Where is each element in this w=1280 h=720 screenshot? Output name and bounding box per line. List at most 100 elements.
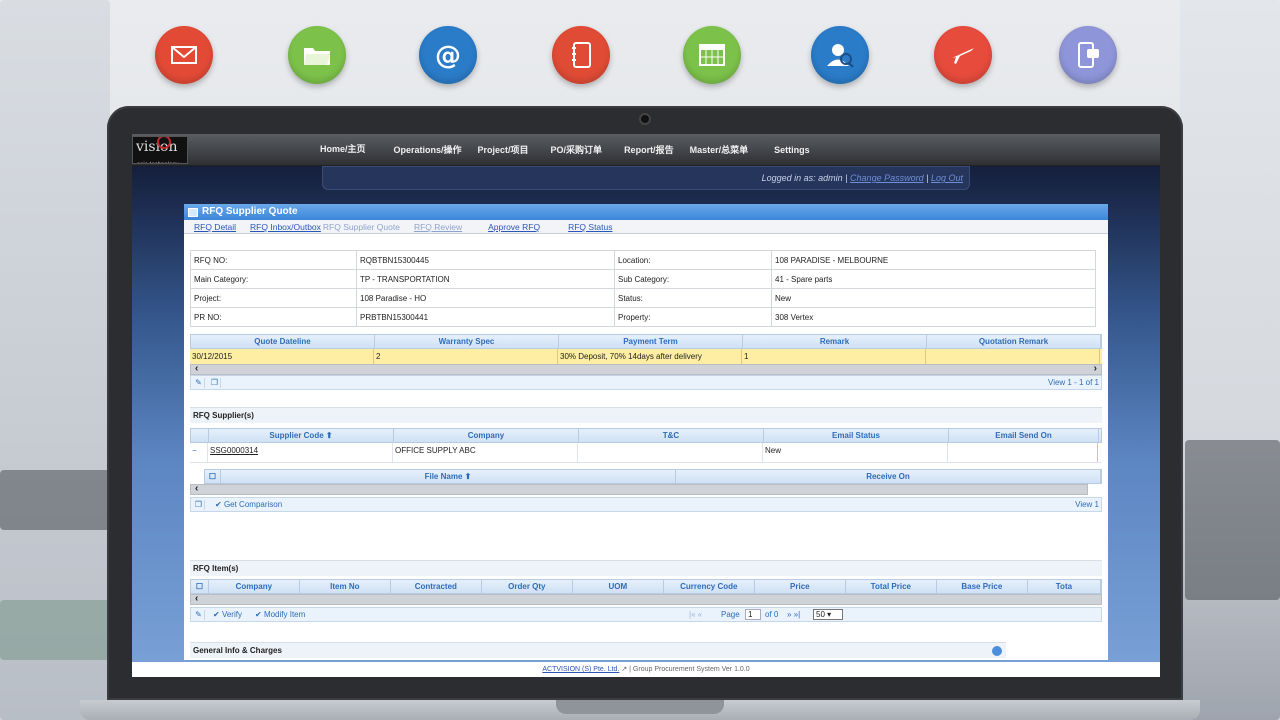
window-icon (188, 207, 198, 217)
col-total[interactable]: Tota (1028, 580, 1102, 593)
plane-icon[interactable] (934, 26, 992, 84)
view-count: View 1 - 1 of 1 (1048, 378, 1099, 387)
at-icon[interactable]: @ (419, 26, 477, 84)
nav-master[interactable]: Master/总菜单 (682, 134, 757, 166)
sub-category-label: Sub Category: (614, 269, 772, 289)
col-warranty-spec[interactable]: Warranty Spec (375, 335, 559, 348)
file-scrollbar[interactable]: ‹ (190, 483, 1088, 495)
pr-no-value: PRBTBN15300441 (356, 307, 615, 327)
grid-header: Quote Dateline Warranty Spec Payment Ter… (190, 334, 1102, 349)
table-row[interactable]: 30/12/2015 2 30% Deposit, 70% 14days aft… (190, 349, 1102, 364)
select-all-checkbox[interactable]: ☐ (205, 470, 221, 483)
general-info-section[interactable]: General Info & Charges (190, 642, 1006, 658)
modify-item-button[interactable]: ✔ Modify Item (255, 610, 305, 619)
col-quote-dateline[interactable]: Quote Dateline (191, 335, 375, 348)
quote-grid: Quote Dateline Warranty Spec Payment Ter… (190, 334, 1102, 390)
status-value: New (771, 288, 1096, 308)
select-all-checkbox[interactable]: ☐ (191, 580, 209, 593)
tab-rfq-detail[interactable]: RFQ Detail (194, 220, 236, 233)
col-tc[interactable]: T&C (579, 429, 764, 442)
view-count: View 1 (1075, 500, 1099, 509)
horizontal-scrollbar[interactable]: ‹ › (190, 363, 1102, 375)
col-email-send-on[interactable]: Email Send On (949, 429, 1099, 442)
calendar-icon[interactable] (683, 26, 741, 84)
rfq-tabs: RFQ Detail RFQ Inbox/Outbox RFQ Supplier… (184, 220, 1108, 234)
pr-no-label: PR NO: (190, 307, 357, 327)
col-email-status[interactable]: Email Status (764, 429, 949, 442)
sub-category-value: 41 - Spare parts (771, 269, 1096, 289)
copy-icon[interactable]: ❐ (209, 378, 221, 388)
logged-in-text: Logged in as: admin (761, 173, 843, 183)
nav-po[interactable]: PO/采购订单 (543, 134, 611, 166)
page-size-select[interactable]: 50 ▾ (813, 609, 843, 620)
tab-rfq-status[interactable]: RFQ Status (568, 220, 612, 233)
mail-icon[interactable] (155, 26, 213, 84)
nav-settings[interactable]: Settings (766, 134, 818, 166)
col-company[interactable]: Company (394, 429, 579, 442)
nav-home[interactable]: Home/主页 (312, 134, 374, 166)
grid-header: Supplier Code ⬆ Company T&C Email Status… (190, 428, 1102, 443)
cell-supplier-code[interactable]: SSG0000314 (208, 443, 393, 462)
notebook-icon[interactable] (552, 26, 610, 84)
col-payment-term[interactable]: Payment Term (559, 335, 743, 348)
items-scrollbar[interactable]: ‹ (190, 593, 1102, 605)
app-screen: vision asia technology Home/主页 Operation… (132, 134, 1160, 677)
col-item-no[interactable]: Item No (300, 580, 391, 593)
tab-rfq-supplier-quote[interactable]: RFQ Supplier Quote (323, 220, 400, 233)
copy-icon[interactable]: ❐ (193, 500, 205, 510)
first-page-icon[interactable]: |« « (689, 610, 702, 619)
tab-rfq-inbox-outbox[interactable]: RFQ Inbox/Outbox (250, 220, 321, 233)
tab-approve-rfq[interactable]: Approve RFQ (488, 220, 540, 233)
col-order-qty[interactable]: Order Qty (482, 580, 573, 593)
col-receive-on[interactable]: Receive On (676, 470, 1101, 483)
logout-link[interactable]: Log Out (931, 173, 963, 183)
scroll-left-icon[interactable]: ‹ (195, 483, 198, 494)
next-page-icon[interactable]: » »| (787, 610, 800, 619)
nav-project[interactable]: Project/项目 (470, 134, 537, 166)
col-remark[interactable]: Remark (743, 335, 927, 348)
edit-icon[interactable]: ✎ (193, 610, 205, 620)
col-total-price[interactable]: Total Price (846, 580, 937, 593)
external-link-icon: ↗ (621, 666, 628, 673)
phone-chat-icon[interactable] (1059, 26, 1117, 84)
collapse-icon[interactable]: − (190, 443, 208, 462)
col-company[interactable]: Company (209, 580, 300, 593)
scroll-left-icon[interactable]: ‹ (195, 363, 198, 374)
col-uom[interactable]: UOM (573, 580, 664, 593)
scroll-right-icon[interactable]: › (1094, 363, 1097, 374)
nav-report[interactable]: Report/报告 (616, 134, 682, 166)
expand-icon[interactable] (992, 646, 1002, 656)
tab-rfq-review[interactable]: RFQ Review (414, 220, 462, 233)
col-base-price[interactable]: Base Price (937, 580, 1028, 593)
col-file-name[interactable]: File Name ⬆ (221, 470, 676, 483)
get-comparison-button[interactable]: ✔ Get Comparison (215, 500, 282, 509)
page-of-label: of 0 (765, 610, 779, 619)
top-navigation-bar: vision asia technology Home/主页 Operation… (132, 134, 1160, 166)
col-price[interactable]: Price (755, 580, 846, 593)
rfq-no-value: RQBTBN15300445 (356, 250, 615, 270)
status-label: Status: (614, 288, 772, 308)
project-label: Project: (190, 288, 357, 308)
footer: ACTVISION (S) Pte. Ltd. ↗ | Group Procur… (132, 662, 1160, 677)
col-supplier-code[interactable]: Supplier Code ⬆ (209, 429, 394, 442)
col-contracted[interactable]: Contracted (391, 580, 482, 593)
cell-quotation-remark (926, 349, 1100, 364)
page-title: RFQ Supplier Quote (202, 206, 298, 217)
verify-button[interactable]: ✔ Verify (213, 610, 242, 619)
project-value: 108 Paradise - HO (356, 288, 615, 308)
scroll-left-icon[interactable]: ‹ (195, 593, 198, 604)
folder-icon[interactable] (288, 26, 346, 84)
col-quotation-remark[interactable]: Quotation Remark (927, 335, 1101, 348)
page-input[interactable]: 1 (745, 609, 761, 620)
col-currency-code[interactable]: Currency Code (664, 580, 755, 593)
edit-icon[interactable]: ✎ (193, 378, 205, 388)
panel-header: RFQ Supplier Quote (184, 204, 1108, 220)
nav-operations[interactable]: Operations/操作 (386, 134, 470, 166)
search-user-icon[interactable] (811, 26, 869, 84)
company-logo[interactable]: vision asia technology (132, 136, 188, 164)
property-value: 308 Vertex (771, 307, 1096, 327)
change-password-link[interactable]: Change Password (850, 173, 924, 183)
table-row[interactable]: − SSG0000314 OFFICE SUPPLY ABC New (190, 443, 1102, 463)
supplier-grid-pager: ❐ ✔ Get Comparison View 1 (190, 497, 1102, 512)
company-link[interactable]: ACTVISION (S) Pte. Ltd. (542, 666, 619, 673)
